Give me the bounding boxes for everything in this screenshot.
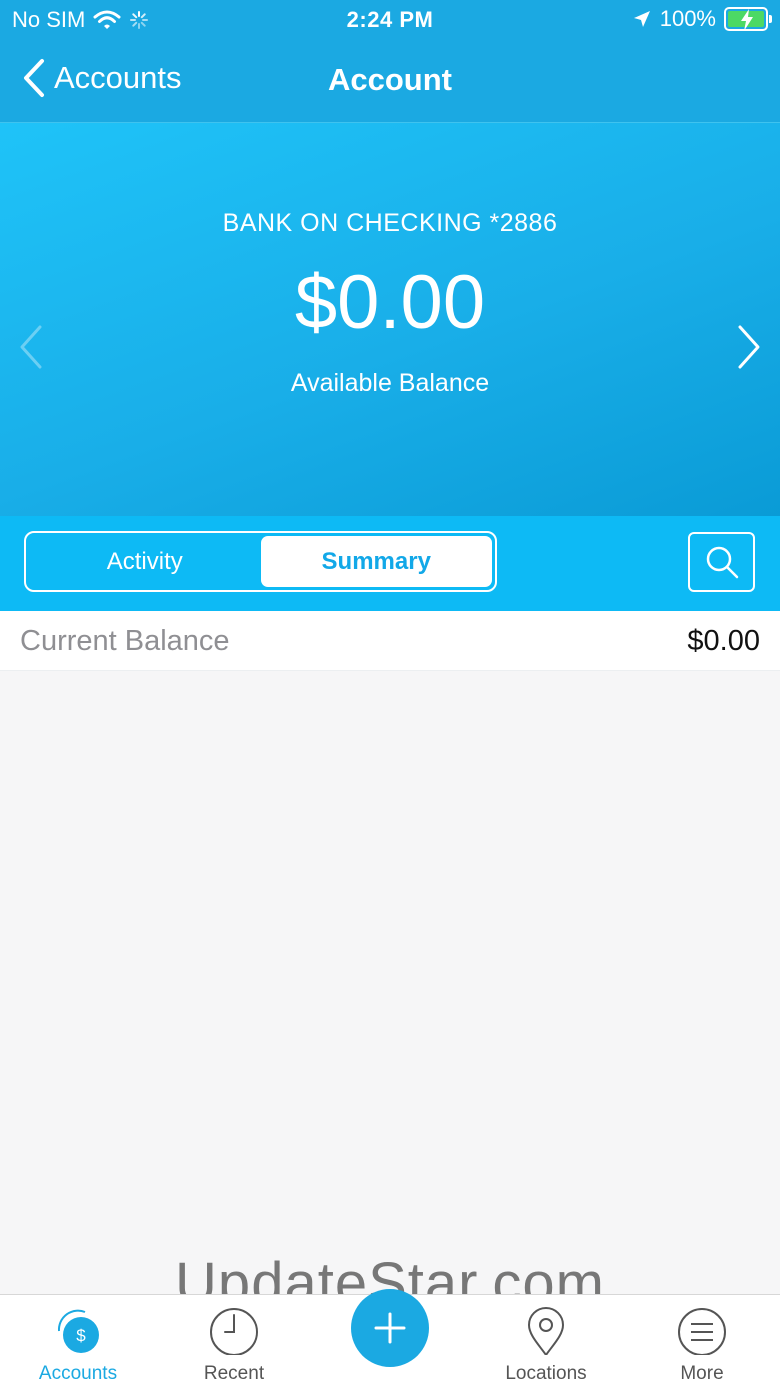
tabbar-label-accounts: Accounts bbox=[38, 1363, 118, 1384]
search-button[interactable] bbox=[688, 532, 755, 592]
tabbar-label-locations: Locations bbox=[505, 1363, 587, 1384]
tabbar-item-recent[interactable]: Recent bbox=[156, 1295, 312, 1387]
plus-icon bbox=[374, 1312, 406, 1344]
charging-bolt-icon bbox=[741, 9, 753, 31]
current-balance-label: Current Balance bbox=[20, 625, 230, 657]
tabbar-item-accounts[interactable]: $ Accounts bbox=[0, 1295, 156, 1387]
accounts-dollar-icon: $ bbox=[57, 1309, 99, 1353]
available-balance-amount: $0.00 bbox=[294, 260, 486, 345]
battery-percent: 100% bbox=[659, 6, 716, 31]
navigation-bar: Accounts Account bbox=[0, 40, 780, 122]
location-arrow-icon bbox=[633, 11, 650, 27]
account-carousel[interactable]: BANK ON CHECKING *2886 $0.00 Available B… bbox=[0, 122, 780, 516]
svg-text:$: $ bbox=[76, 1326, 86, 1345]
menu-icon bbox=[678, 1308, 726, 1355]
current-balance-value: $0.00 bbox=[687, 625, 760, 657]
tabbar-item-locations[interactable]: Locations bbox=[468, 1295, 624, 1387]
search-icon bbox=[706, 546, 738, 579]
available-balance-label: Available Balance bbox=[290, 369, 490, 397]
map-pin-icon bbox=[527, 1307, 565, 1355]
status-bar: No SIM 2:24 PM 100% bbox=[0, 0, 780, 40]
tabbar-label-recent: Recent bbox=[203, 1363, 265, 1384]
clock-icon bbox=[210, 1308, 258, 1355]
top-bar: No SIM 2:24 PM 100% Accounts Account bbox=[0, 0, 780, 122]
tabbar-item-more[interactable]: More bbox=[624, 1295, 780, 1387]
view-toggle-bar: Activity Summary bbox=[0, 516, 780, 611]
current-balance-row: Current Balance $0.00 bbox=[0, 611, 780, 671]
segmented-control: Activity Summary bbox=[24, 531, 497, 592]
add-action-button[interactable] bbox=[351, 1289, 429, 1367]
tabbar-label-more: More bbox=[680, 1363, 724, 1384]
account-name: BANK ON CHECKING *2886 bbox=[222, 209, 558, 237]
tab-activity[interactable]: Activity bbox=[29, 536, 261, 587]
chevron-left-icon[interactable] bbox=[18, 323, 44, 371]
tab-summary[interactable]: Summary bbox=[260, 536, 492, 587]
chevron-right-icon[interactable] bbox=[736, 323, 762, 371]
page-title: Account bbox=[328, 62, 452, 97]
battery-icon bbox=[724, 7, 772, 31]
